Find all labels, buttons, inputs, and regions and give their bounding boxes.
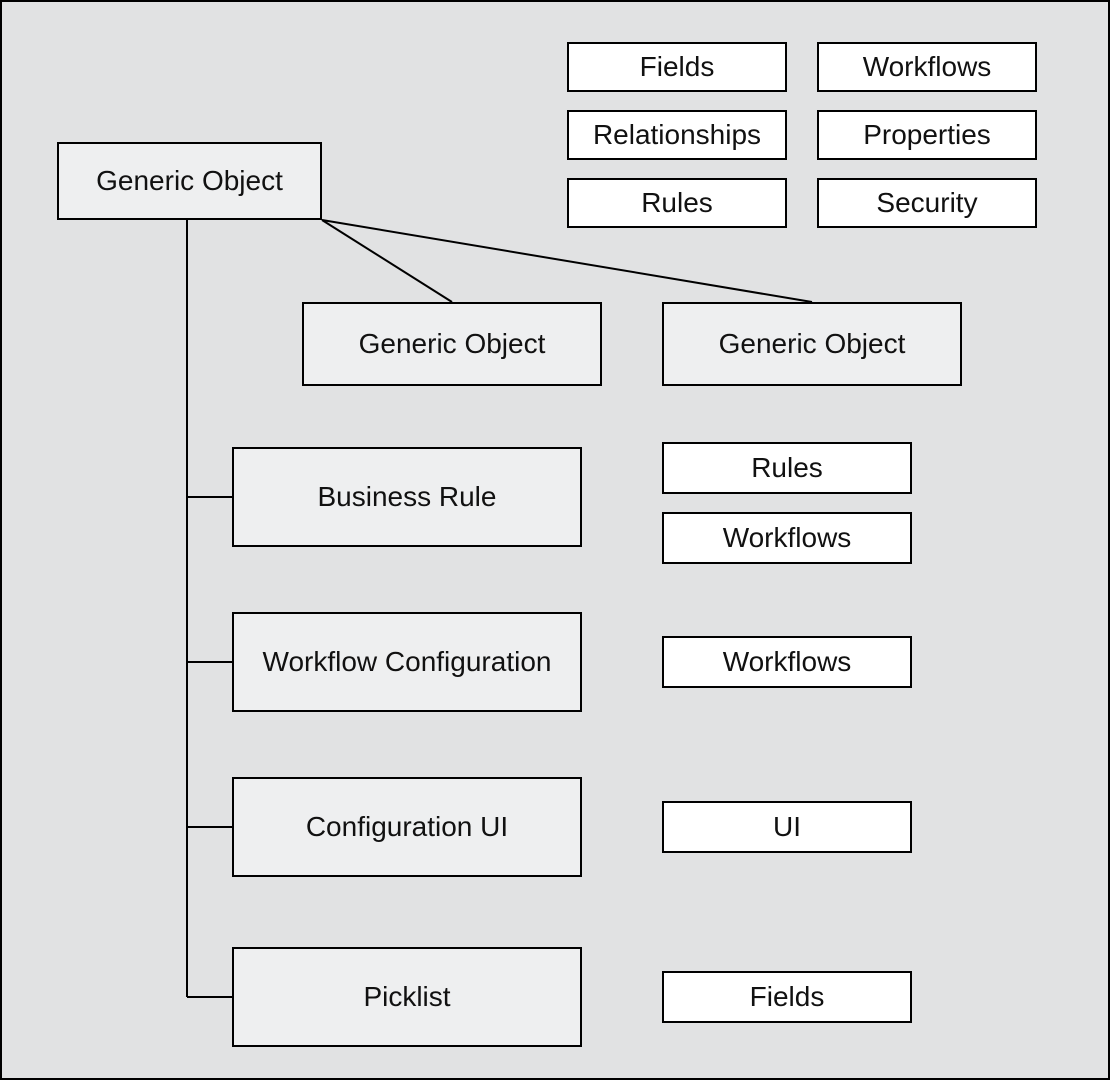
node-label: Generic Object (719, 328, 906, 360)
attr-label: Workflows (863, 51, 992, 83)
attr-label: Properties (863, 119, 991, 151)
node-workflow-configuration: Workflow Configuration (232, 612, 582, 712)
attr-label: Rules (641, 187, 713, 219)
tag-label: Rules (751, 452, 823, 484)
node-label: Generic Object (96, 165, 283, 197)
attr-workflows: Workflows (817, 42, 1037, 92)
attr-fields: Fields (567, 42, 787, 92)
tag-configuration-ui-ui: UI (662, 801, 912, 853)
attr-security: Security (817, 178, 1037, 228)
attr-label: Relationships (593, 119, 761, 151)
tag-label: Fields (750, 981, 825, 1013)
node-configuration-ui: Configuration UI (232, 777, 582, 877)
node-label: Picklist (363, 981, 450, 1013)
tag-label: Workflows (723, 646, 852, 678)
node-label: Business Rule (318, 481, 497, 513)
node-picklist: Picklist (232, 947, 582, 1047)
node-generic-object-child-right: Generic Object (662, 302, 962, 386)
node-generic-object-child-left: Generic Object (302, 302, 602, 386)
attr-rules: Rules (567, 178, 787, 228)
node-business-rule: Business Rule (232, 447, 582, 547)
tag-business-rule-workflows: Workflows (662, 512, 912, 564)
tag-picklist-fields: Fields (662, 971, 912, 1023)
diagram-canvas: Generic Object Fields Workflows Relation… (0, 0, 1110, 1080)
attr-properties: Properties (817, 110, 1037, 160)
node-label: Configuration UI (306, 811, 508, 843)
node-label: Workflow Configuration (263, 646, 552, 678)
node-generic-object-root: Generic Object (57, 142, 322, 220)
tag-label: Workflows (723, 522, 852, 554)
attr-relationships: Relationships (567, 110, 787, 160)
attr-label: Fields (640, 51, 715, 83)
node-label: Generic Object (359, 328, 546, 360)
attr-label: Security (876, 187, 977, 219)
tag-label: UI (773, 811, 801, 843)
tag-workflow-configuration-workflows: Workflows (662, 636, 912, 688)
tag-business-rule-rules: Rules (662, 442, 912, 494)
